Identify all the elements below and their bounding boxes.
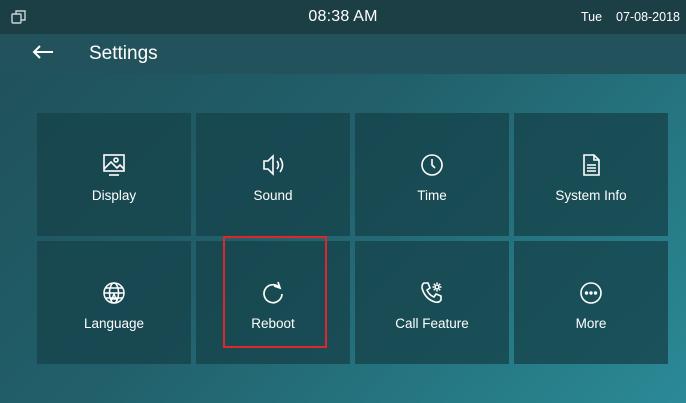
status-date-value: 07-08-2018 (616, 10, 680, 24)
refresh-icon (260, 280, 286, 306)
tile-label: Display (91, 188, 137, 203)
tile-label: Reboot (251, 316, 295, 331)
tile-language[interactable]: Language (37, 241, 191, 364)
title-bar: Settings (0, 34, 686, 74)
display-icon (101, 152, 127, 178)
globe-icon (101, 280, 127, 306)
settings-grid: Display Sound Time System Info Language … (37, 113, 670, 364)
speaker-icon (260, 152, 286, 178)
tile-label: More (575, 316, 607, 331)
status-bar: 08:38 AM Tue 07-08-2018 (0, 0, 686, 34)
tile-time[interactable]: Time (355, 113, 509, 236)
tile-call-feature[interactable]: Call Feature (355, 241, 509, 364)
tile-display[interactable]: Display (37, 113, 191, 236)
tile-system-info[interactable]: System Info (514, 113, 668, 236)
status-day: Tue (580, 10, 603, 24)
tile-label: System Info (555, 188, 627, 203)
tile-label: Sound (253, 188, 293, 203)
back-button[interactable] (28, 42, 58, 66)
more-dots-icon (578, 280, 604, 306)
tile-label: Language (83, 316, 145, 331)
document-icon (578, 152, 604, 178)
tile-reboot[interactable]: Reboot (196, 241, 350, 364)
settings-screen: 08:38 AM Tue 07-08-2018 Settings Display… (0, 0, 686, 403)
status-date: Tue 07-08-2018 (581, 10, 680, 24)
tile-sound[interactable]: Sound (196, 113, 350, 236)
clock-icon (419, 152, 445, 178)
tile-label: Time (417, 188, 447, 203)
tile-label: Call Feature (395, 316, 469, 331)
back-arrow-icon (32, 44, 54, 65)
phone-gear-icon (419, 280, 445, 306)
page-title: Settings (89, 43, 158, 64)
tile-more[interactable]: More (514, 241, 668, 364)
